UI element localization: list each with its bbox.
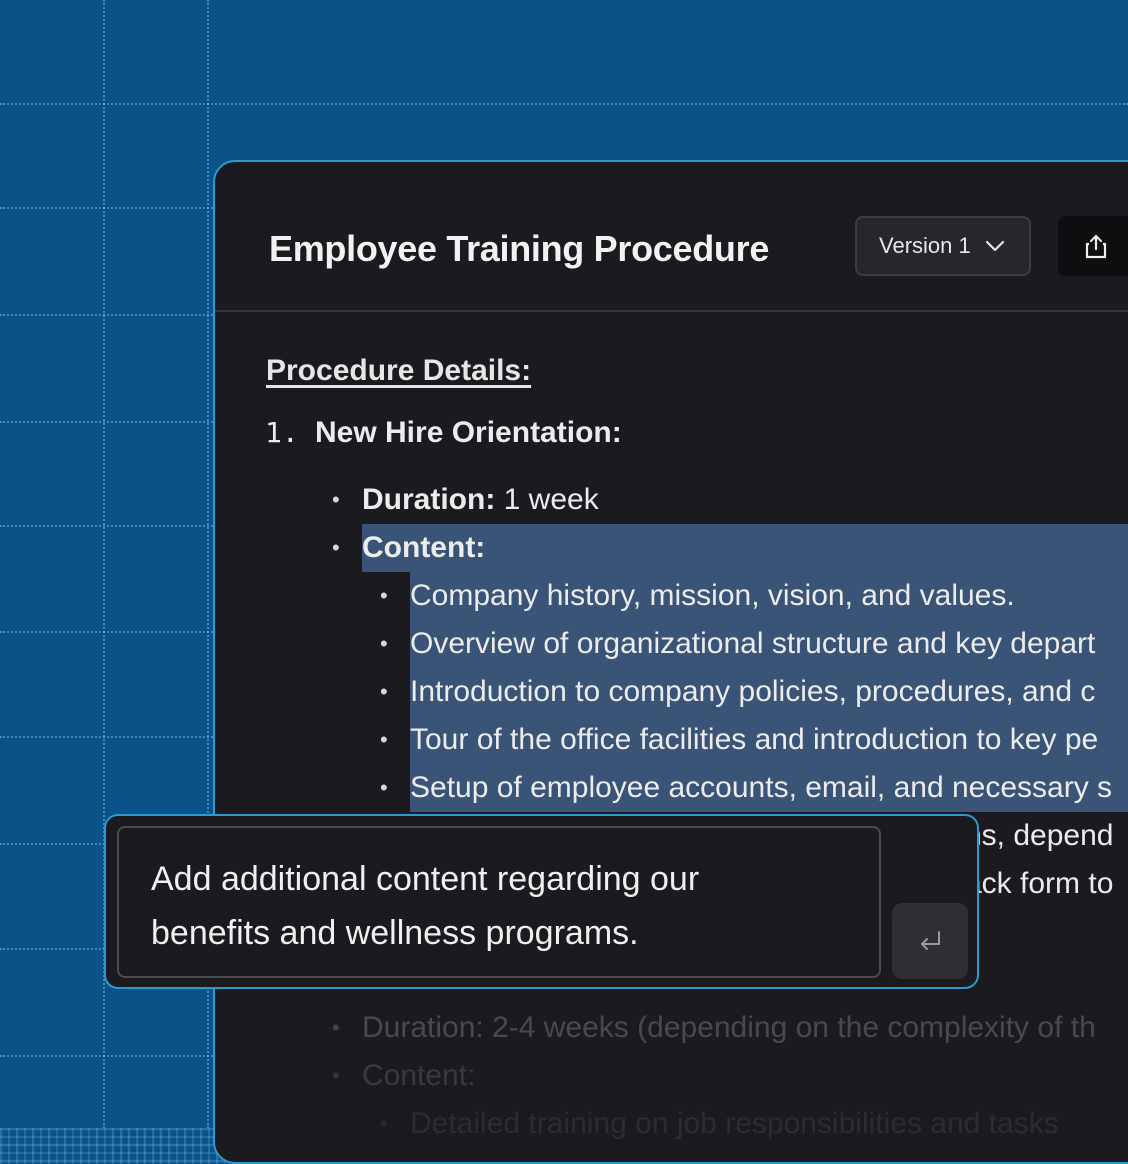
bullet-marker: • bbox=[332, 487, 340, 512]
chevron-down-icon bbox=[985, 240, 1004, 252]
item-number: 1. bbox=[265, 416, 299, 449]
item-title: New Hire Orientation: bbox=[315, 416, 622, 449]
bullet-marker: • bbox=[380, 1111, 388, 1136]
list-item: Duration: 1 week bbox=[362, 476, 599, 524]
prompt-text-line: benefits and wellness programs. bbox=[151, 914, 639, 952]
bullet-marker: • bbox=[380, 583, 388, 608]
document-header: Employee Training Procedure Version 1 bbox=[215, 162, 1128, 312]
content-label: Content: bbox=[362, 531, 486, 564]
bullet-marker: • bbox=[380, 775, 388, 800]
partial-line: ack form to bbox=[965, 867, 1114, 900]
version-label: Version 1 bbox=[879, 233, 971, 258]
list-item-selected: Introduction to company policies, proced… bbox=[410, 668, 1128, 716]
content-point-text: Company history, mission, vision, and va… bbox=[410, 579, 1015, 612]
faded-line: Content: bbox=[362, 1059, 476, 1092]
bullet-marker: • bbox=[380, 679, 388, 704]
list-item-selected: Content: bbox=[362, 524, 1128, 572]
submit-button[interactable] bbox=[892, 903, 968, 979]
numbered-item: 1. New Hire Orientation: bbox=[265, 416, 622, 450]
list-item-selected: Company history, mission, vision, and va… bbox=[410, 572, 1128, 620]
bullet-marker: • bbox=[380, 631, 388, 656]
partial-line: ns, depend bbox=[965, 819, 1114, 852]
prompt-text-line: Add additional content regarding our bbox=[151, 860, 700, 898]
content-point-text: Setup of employee accounts, email, and n… bbox=[410, 771, 1113, 804]
prompt-input[interactable]: Add additional content regarding our ben… bbox=[117, 826, 881, 978]
document-window: Employee Training Procedure Version 1 Pr… bbox=[213, 160, 1128, 1164]
content-point-text: Overview of organizational structure and… bbox=[410, 627, 1096, 660]
list-item-selected: Tour of the office facilities and introd… bbox=[410, 716, 1128, 764]
duration-label: Duration: bbox=[362, 483, 496, 516]
enter-icon bbox=[921, 931, 940, 950]
list-item-selected: Overview of organizational structure and… bbox=[410, 620, 1128, 668]
list-item-selected: Setup of employee accounts, email, and n… bbox=[410, 764, 1128, 812]
bullet-marker: • bbox=[380, 727, 388, 752]
faded-line: Detailed training on job responsibilitie… bbox=[410, 1107, 1059, 1140]
version-dropdown[interactable]: Version 1 bbox=[855, 216, 1031, 276]
document-body: Procedure Details: 1. New Hire Orientati… bbox=[215, 312, 1128, 1162]
faded-line: Duration: 2-4 weeks (depending on the co… bbox=[362, 1011, 1096, 1044]
document-title: Employee Training Procedure bbox=[269, 228, 770, 269]
content-point-text: Introduction to company policies, proced… bbox=[410, 675, 1096, 708]
bullet-marker: • bbox=[332, 1015, 340, 1040]
prompt-box: Add additional content regarding our ben… bbox=[104, 814, 979, 989]
bullet-marker: • bbox=[332, 1063, 340, 1088]
share-icon bbox=[1085, 234, 1107, 259]
bullet-marker: • bbox=[332, 535, 340, 560]
section-heading: Procedure Details: bbox=[266, 354, 532, 387]
duration-value: 1 week bbox=[495, 483, 599, 516]
share-button[interactable] bbox=[1058, 216, 1128, 276]
content-point-text: Tour of the office facilities and introd… bbox=[410, 723, 1099, 756]
